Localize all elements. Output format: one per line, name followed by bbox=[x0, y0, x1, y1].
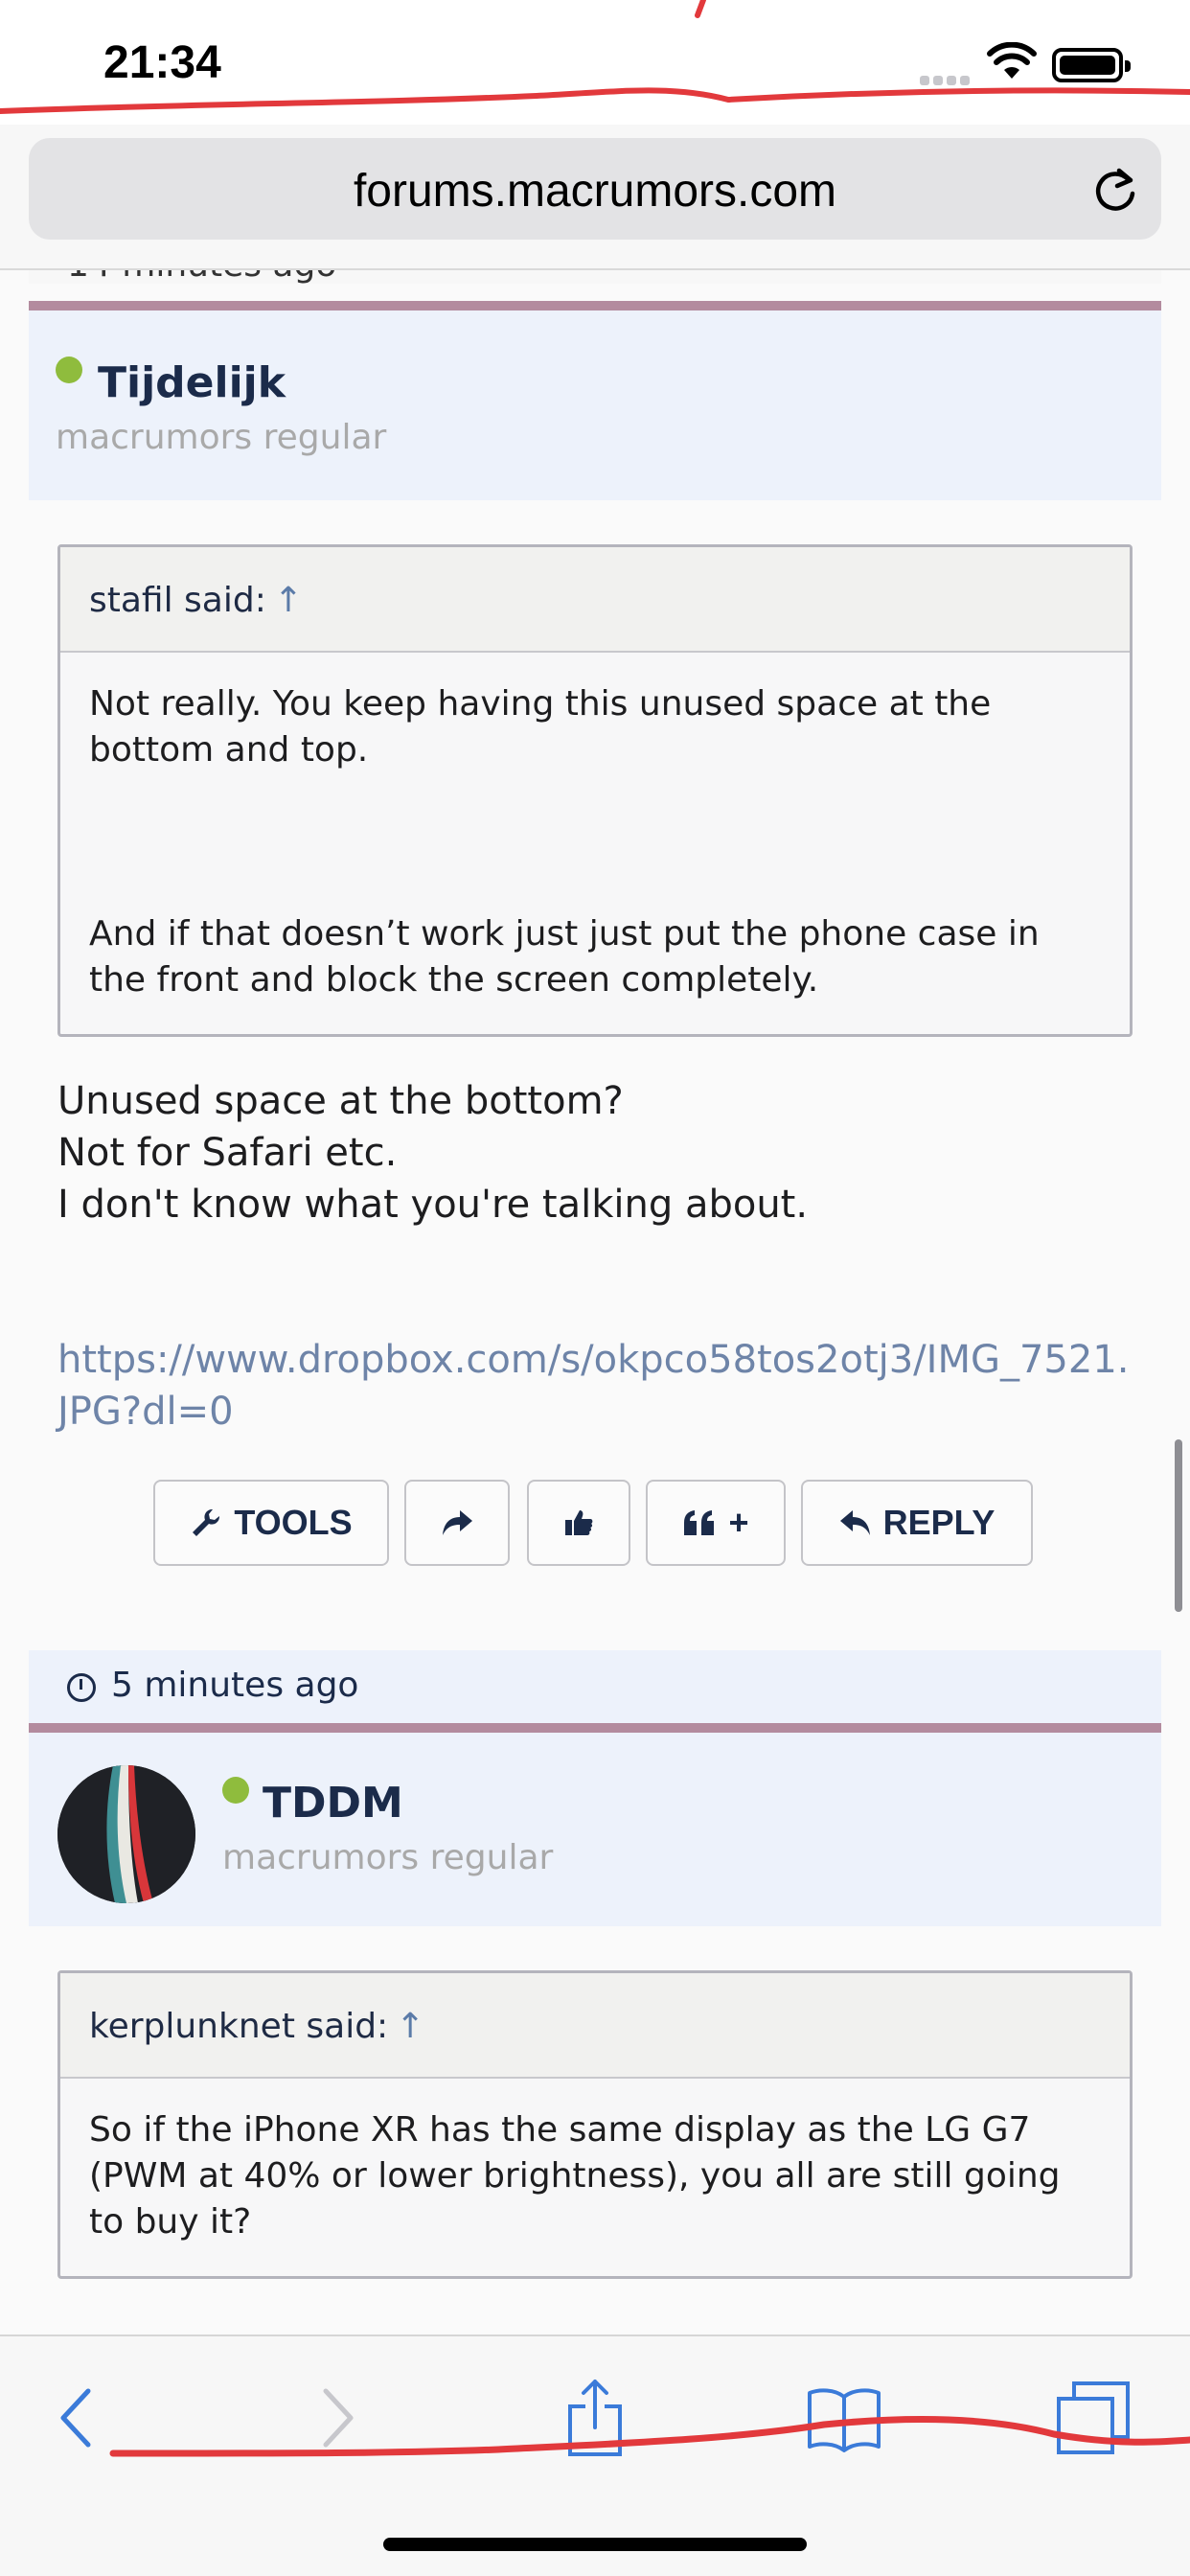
avatar-image bbox=[57, 1765, 195, 1903]
online-indicator bbox=[222, 1777, 249, 1804]
post-header: Tijdelijk macrumors regular bbox=[29, 301, 1161, 500]
quote-paragraph: Not really. You keep having this unused … bbox=[89, 684, 992, 770]
status-time: 21:34 bbox=[103, 37, 221, 88]
previous-post-timestamp: 14 minutes ago bbox=[67, 270, 336, 285]
quote-author: kerplunknet said: bbox=[89, 2007, 389, 2046]
like-button[interactable] bbox=[527, 1480, 630, 1566]
forward-button[interactable] bbox=[299, 2375, 376, 2461]
reply-arrow-icon bbox=[839, 1510, 870, 1535]
address-bar[interactable]: forums.macrumors.com bbox=[29, 138, 1161, 240]
share-button[interactable] bbox=[552, 2375, 638, 2461]
post-timestamp[interactable]: 5 minutes ago bbox=[111, 1666, 358, 1705]
post-username[interactable]: TDDM bbox=[263, 1779, 403, 1828]
tabs-icon bbox=[1057, 2381, 1130, 2454]
wifi-icon bbox=[987, 42, 1037, 79]
quote-body: So if the iPhone XR has the same display… bbox=[60, 2079, 1130, 2245]
tabs-button[interactable] bbox=[1050, 2375, 1136, 2461]
quote-paragraph: So if the iPhone XR has the same display… bbox=[89, 2110, 1061, 2242]
post-line: Unused space at the bottom? bbox=[57, 1079, 624, 1123]
quote-header: kerplunknet said: ↑ bbox=[60, 1973, 1130, 2079]
address-bar-container: forums.macrumors.com bbox=[0, 125, 1190, 270]
quote-block: kerplunknet said: ↑ So if the iPhone XR h… bbox=[57, 1970, 1133, 2279]
page-content[interactable]: 14 minutes ago Tijdelijk macrumors regul… bbox=[0, 270, 1190, 2334]
previous-post-meta: 14 minutes ago bbox=[29, 270, 1161, 285]
post-line: I don't know what you're talking about. bbox=[57, 1183, 809, 1227]
post-meta-bar: 5 minutes ago bbox=[29, 1650, 1161, 1723]
quote-block: stafil said: ↑ Not really. You keep havin… bbox=[57, 544, 1133, 1037]
post-link[interactable]: https://www.dropbox.com/s/okpco58tos2otj… bbox=[57, 1334, 1140, 1438]
wrench-icon bbox=[193, 1508, 220, 1536]
bookmarks-button[interactable] bbox=[801, 2375, 887, 2461]
quote-header: stafil said: ↑ bbox=[60, 547, 1130, 653]
tools-label: TOOLS bbox=[234, 1503, 353, 1542]
tools-button[interactable]: TOOLS bbox=[153, 1480, 389, 1566]
reply-button[interactable]: REPLY bbox=[801, 1480, 1033, 1566]
multiquote-label: + bbox=[728, 1503, 749, 1542]
post-user-title: macrumors regular bbox=[222, 1838, 554, 1877]
post-header: TDDM macrumors regular bbox=[29, 1723, 1161, 1926]
clock-icon bbox=[67, 1673, 96, 1702]
post-user-title: macrumors regular bbox=[56, 418, 387, 457]
browser-toolbar bbox=[0, 2334, 1190, 2576]
forward-icon bbox=[323, 2388, 354, 2448]
url-text[interactable]: forums.macrumors.com bbox=[29, 165, 1161, 218]
online-indicator bbox=[56, 356, 82, 383]
cellular-signal-icon bbox=[920, 71, 973, 89]
post-username[interactable]: Tijdelijk bbox=[98, 358, 286, 407]
quote-author: stafil said: bbox=[89, 581, 266, 620]
post-body: Unused space at the bottom? Not for Safa… bbox=[57, 1075, 1140, 1230]
status-bar: 21:34 bbox=[0, 0, 1190, 125]
back-button[interactable] bbox=[38, 2375, 115, 2461]
scroll-indicator[interactable] bbox=[1175, 1439, 1182, 1612]
share-post-button[interactable] bbox=[404, 1480, 510, 1566]
bookmarks-icon bbox=[808, 2388, 881, 2452]
quote-paragraph: And if that doesn’t work just just put t… bbox=[89, 914, 1040, 1000]
reload-icon[interactable] bbox=[1090, 165, 1140, 215]
quote-marks-icon bbox=[684, 1510, 715, 1535]
multiquote-button[interactable]: + bbox=[646, 1480, 786, 1566]
post-line: Not for Safari etc. bbox=[57, 1131, 398, 1175]
battery-icon bbox=[1052, 48, 1131, 82]
reply-label: REPLY bbox=[882, 1503, 995, 1542]
share-icon bbox=[568, 2380, 622, 2456]
share-arrow-icon bbox=[443, 1510, 472, 1535]
avatar[interactable] bbox=[57, 1765, 195, 1903]
quote-jump-arrow[interactable]: ↑ bbox=[396, 2007, 424, 2046]
back-icon bbox=[60, 2388, 91, 2448]
thumbs-up-icon bbox=[565, 1510, 593, 1535]
quote-body: Not really. You keep having this unused … bbox=[60, 653, 1130, 1003]
quote-jump-arrow[interactable]: ↑ bbox=[274, 581, 303, 620]
home-indicator[interactable] bbox=[383, 2538, 807, 2551]
